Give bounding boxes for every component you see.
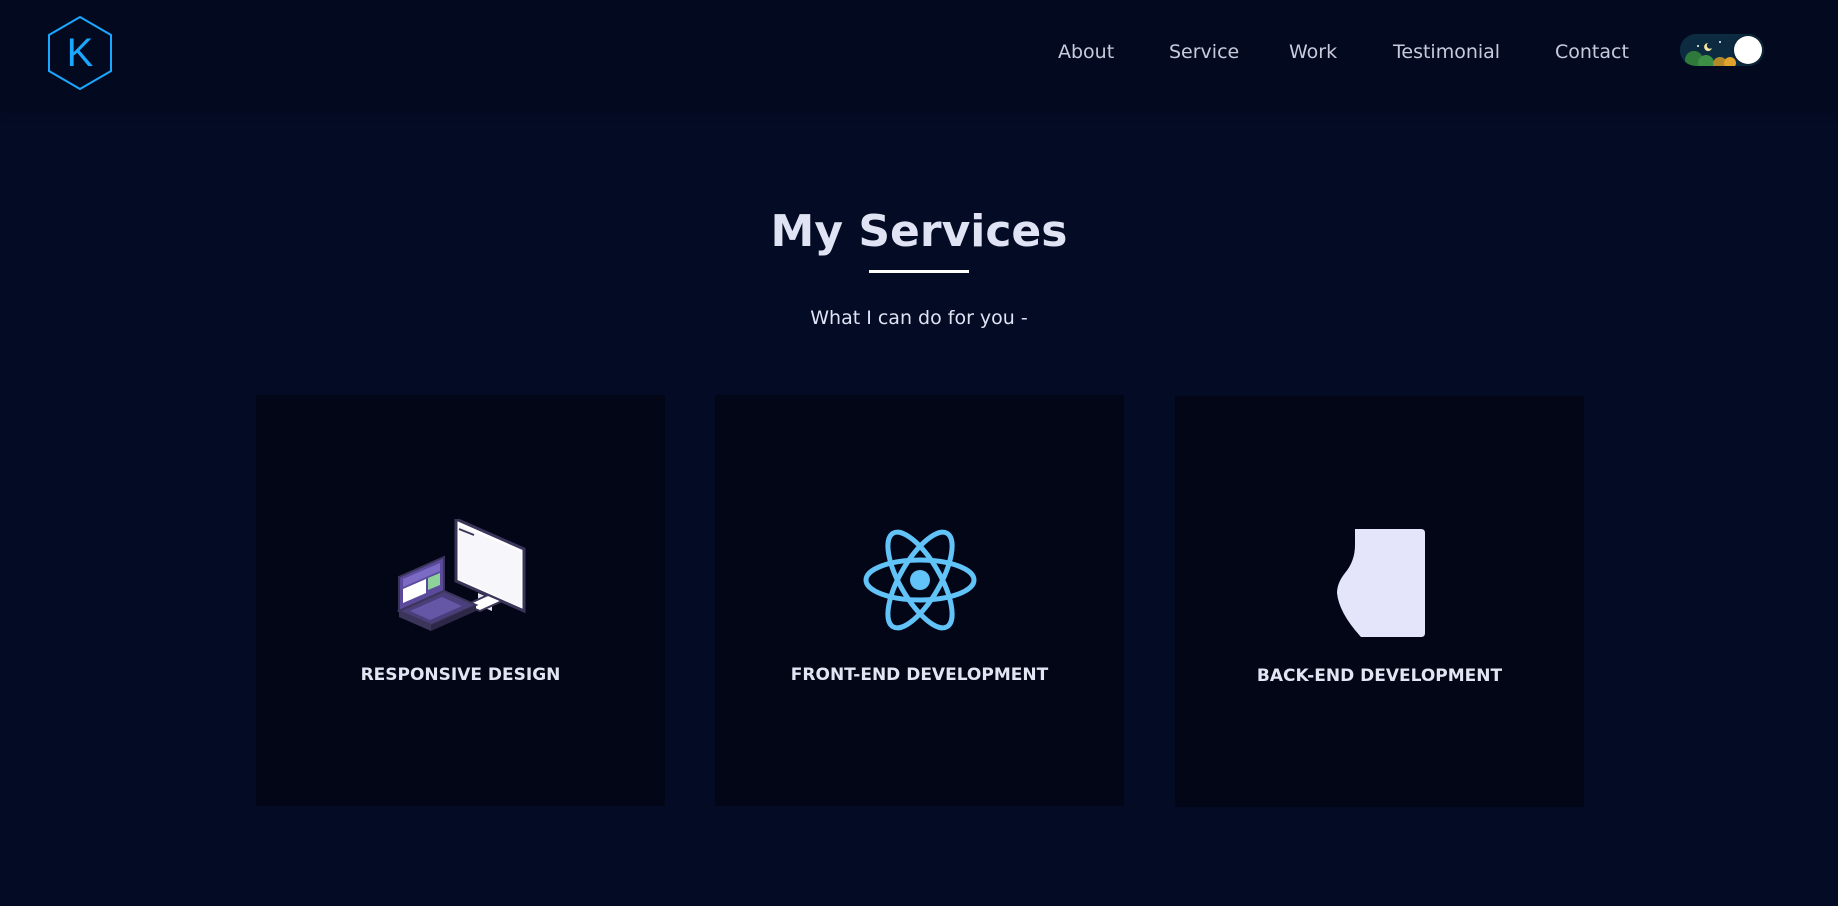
logo[interactable]: K [47, 16, 113, 90]
theme-toggle[interactable] [1680, 34, 1764, 66]
nav-links: About Service Work Testimonial Contact [1058, 36, 1631, 68]
nav-link-service[interactable]: Service [1169, 41, 1239, 63]
page: K About Service Work Testimonial Contact [0, 0, 1838, 906]
react-icon [715, 529, 1124, 631]
nav-link-work[interactable]: Work [1289, 41, 1343, 63]
devices-icon [256, 519, 665, 637]
service-title: BACK-END DEVELOPMENT [1256, 666, 1503, 686]
service-card-back-end[interactable]: BACK-END DEVELOPMENT [1175, 396, 1584, 807]
nav-link-contact[interactable]: Contact [1555, 41, 1631, 63]
service-title: FRONT-END DEVELOPMENT [790, 665, 1049, 685]
logo-letter: K [66, 31, 94, 75]
section-subtitle: What I can do for you - [810, 307, 1028, 329]
nav-link-about[interactable]: About [1058, 41, 1119, 63]
service-card-front-end[interactable]: FRONT-END DEVELOPMENT [715, 395, 1124, 806]
service-title: RESPONSIVE DESIGN [360, 665, 561, 685]
toggle-knob[interactable] [1734, 36, 1762, 64]
section-title: My Services [770, 206, 1068, 257]
navbar: K About Service Work Testimonial Contact [0, 0, 1838, 108]
server-icon [1175, 527, 1584, 639]
title-underline [869, 270, 969, 273]
nav-link-testimonial[interactable]: Testimonial [1393, 41, 1505, 63]
service-card-responsive-design[interactable]: RESPONSIVE DESIGN [256, 395, 665, 806]
